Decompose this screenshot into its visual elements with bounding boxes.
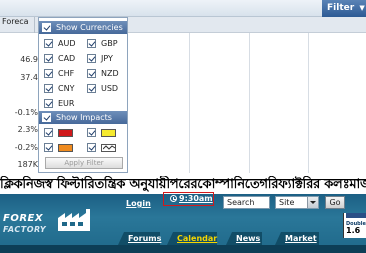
eur-checkbox[interactable] xyxy=(44,99,53,108)
chf-checkbox[interactable] xyxy=(44,69,53,78)
currency-option-cad[interactable]: CAD xyxy=(44,53,84,64)
usd-checkbox[interactable] xyxy=(87,84,96,93)
aud-checkbox[interactable] xyxy=(44,39,53,48)
currency-label: JPY xyxy=(101,54,113,63)
calendar-toolbar xyxy=(0,0,366,17)
forecast-value: 46.9 xyxy=(20,55,38,64)
chevron-down-icon: ▼ xyxy=(359,4,365,12)
column-divider xyxy=(189,33,190,173)
currency-option-chf[interactable]: CHF xyxy=(44,68,84,79)
show-currencies-label: Show Currencies xyxy=(56,23,123,32)
tab-news[interactable]: News xyxy=(226,232,262,245)
gbp-checkbox[interactable] xyxy=(87,39,96,48)
currency-label: AUD xyxy=(58,39,76,48)
medium-impact-checkbox[interactable] xyxy=(87,128,96,137)
show-currencies-header[interactable]: Show Currencies xyxy=(39,21,127,34)
nzd-checkbox[interactable] xyxy=(87,69,96,78)
impact-option-non-economic[interactable] xyxy=(87,142,121,153)
calendar-grid-area xyxy=(127,33,366,173)
non-economic-checkbox[interactable] xyxy=(87,143,96,152)
apply-filter-button[interactable]: Apply Filter xyxy=(45,157,123,169)
nav-bottom-strip xyxy=(0,245,366,253)
clock-icon xyxy=(170,195,177,202)
currency-option-usd[interactable]: USD xyxy=(87,83,127,94)
high-impact-icon xyxy=(58,129,73,137)
show-currencies-checkbox[interactable] xyxy=(42,23,51,32)
low-impact-checkbox[interactable] xyxy=(44,143,53,152)
currency-option-jpy[interactable]: JPY xyxy=(87,53,127,64)
ad-value: 1.6 xyxy=(346,226,361,235)
column-divider xyxy=(249,33,250,173)
site-select-value: Site xyxy=(279,198,295,207)
forecast-value: 2.3% xyxy=(17,125,38,134)
forecast-value: 187K xyxy=(17,160,38,169)
factory-icon xyxy=(58,209,90,231)
jpy-checkbox[interactable] xyxy=(87,54,96,63)
site-select[interactable]: Site xyxy=(275,196,319,209)
login-link[interactable]: Login xyxy=(126,199,151,208)
currency-option-eur[interactable]: EUR xyxy=(44,98,84,109)
tab-market[interactable]: Market xyxy=(275,232,319,245)
high-impact-checkbox[interactable] xyxy=(44,128,53,137)
medium-impact-icon xyxy=(101,129,116,137)
advertisement-banner[interactable]: Double 1.6 xyxy=(343,213,366,238)
currency-label: CNY xyxy=(58,84,75,93)
low-impact-icon xyxy=(58,144,73,152)
currency-option-nzd[interactable]: NZD xyxy=(87,68,127,79)
forecast-value: 37.4 xyxy=(20,73,38,82)
tab-forums[interactable]: Forums xyxy=(118,232,161,245)
currency-label: NZD xyxy=(101,69,119,78)
filter-label: Filter xyxy=(327,3,355,13)
forecast-column-header: Foreca xyxy=(2,17,29,26)
currency-option-aud[interactable]: AUD xyxy=(44,38,84,49)
search-input[interactable]: Search xyxy=(223,196,270,209)
currency-option-gbp[interactable]: GBP xyxy=(87,38,127,49)
filter-panel: Show Currencies AUD GBP CAD JPY CHF NZD … xyxy=(38,17,128,173)
time-zone-link[interactable]: 9:30am xyxy=(163,192,214,206)
currency-label: CAD xyxy=(58,54,76,63)
show-impacts-header[interactable]: Show Impacts xyxy=(39,111,127,124)
cad-checkbox[interactable] xyxy=(44,54,53,63)
show-impacts-checkbox[interactable] xyxy=(42,113,51,122)
currency-label: USD xyxy=(101,84,119,93)
forecast-column: 46.9 37.4 -0.1% 2.3% -0.2% 187K xyxy=(0,33,40,173)
forecast-value: -0.1% xyxy=(14,108,38,117)
currency-label: CHF xyxy=(58,69,75,78)
dropdown-arrow-icon xyxy=(307,197,318,208)
column-divider xyxy=(34,17,35,33)
currency-label: GBP xyxy=(101,39,118,48)
impact-option-low[interactable] xyxy=(44,142,78,153)
forecast-value: -0.2% xyxy=(14,143,38,152)
currency-label: EUR xyxy=(58,99,75,108)
column-divider xyxy=(308,33,309,173)
cny-checkbox[interactable] xyxy=(44,84,53,93)
show-impacts-label: Show Impacts xyxy=(56,113,112,122)
ad-stripe xyxy=(346,213,366,218)
logo-word-forex: FOREX xyxy=(3,213,44,224)
tab-calendar[interactable]: Calendar xyxy=(167,232,217,245)
filter-button[interactable]: Filter ▼ xyxy=(322,0,366,17)
logo-word-factory: FACTORY xyxy=(3,225,47,234)
go-button[interactable]: Go xyxy=(325,196,345,209)
impact-option-high[interactable] xyxy=(44,127,78,138)
current-time: 9:30am xyxy=(179,194,213,203)
impact-option-medium[interactable] xyxy=(87,127,121,138)
currency-option-cny[interactable]: CNY xyxy=(44,83,84,94)
non-economic-icon xyxy=(101,144,116,152)
